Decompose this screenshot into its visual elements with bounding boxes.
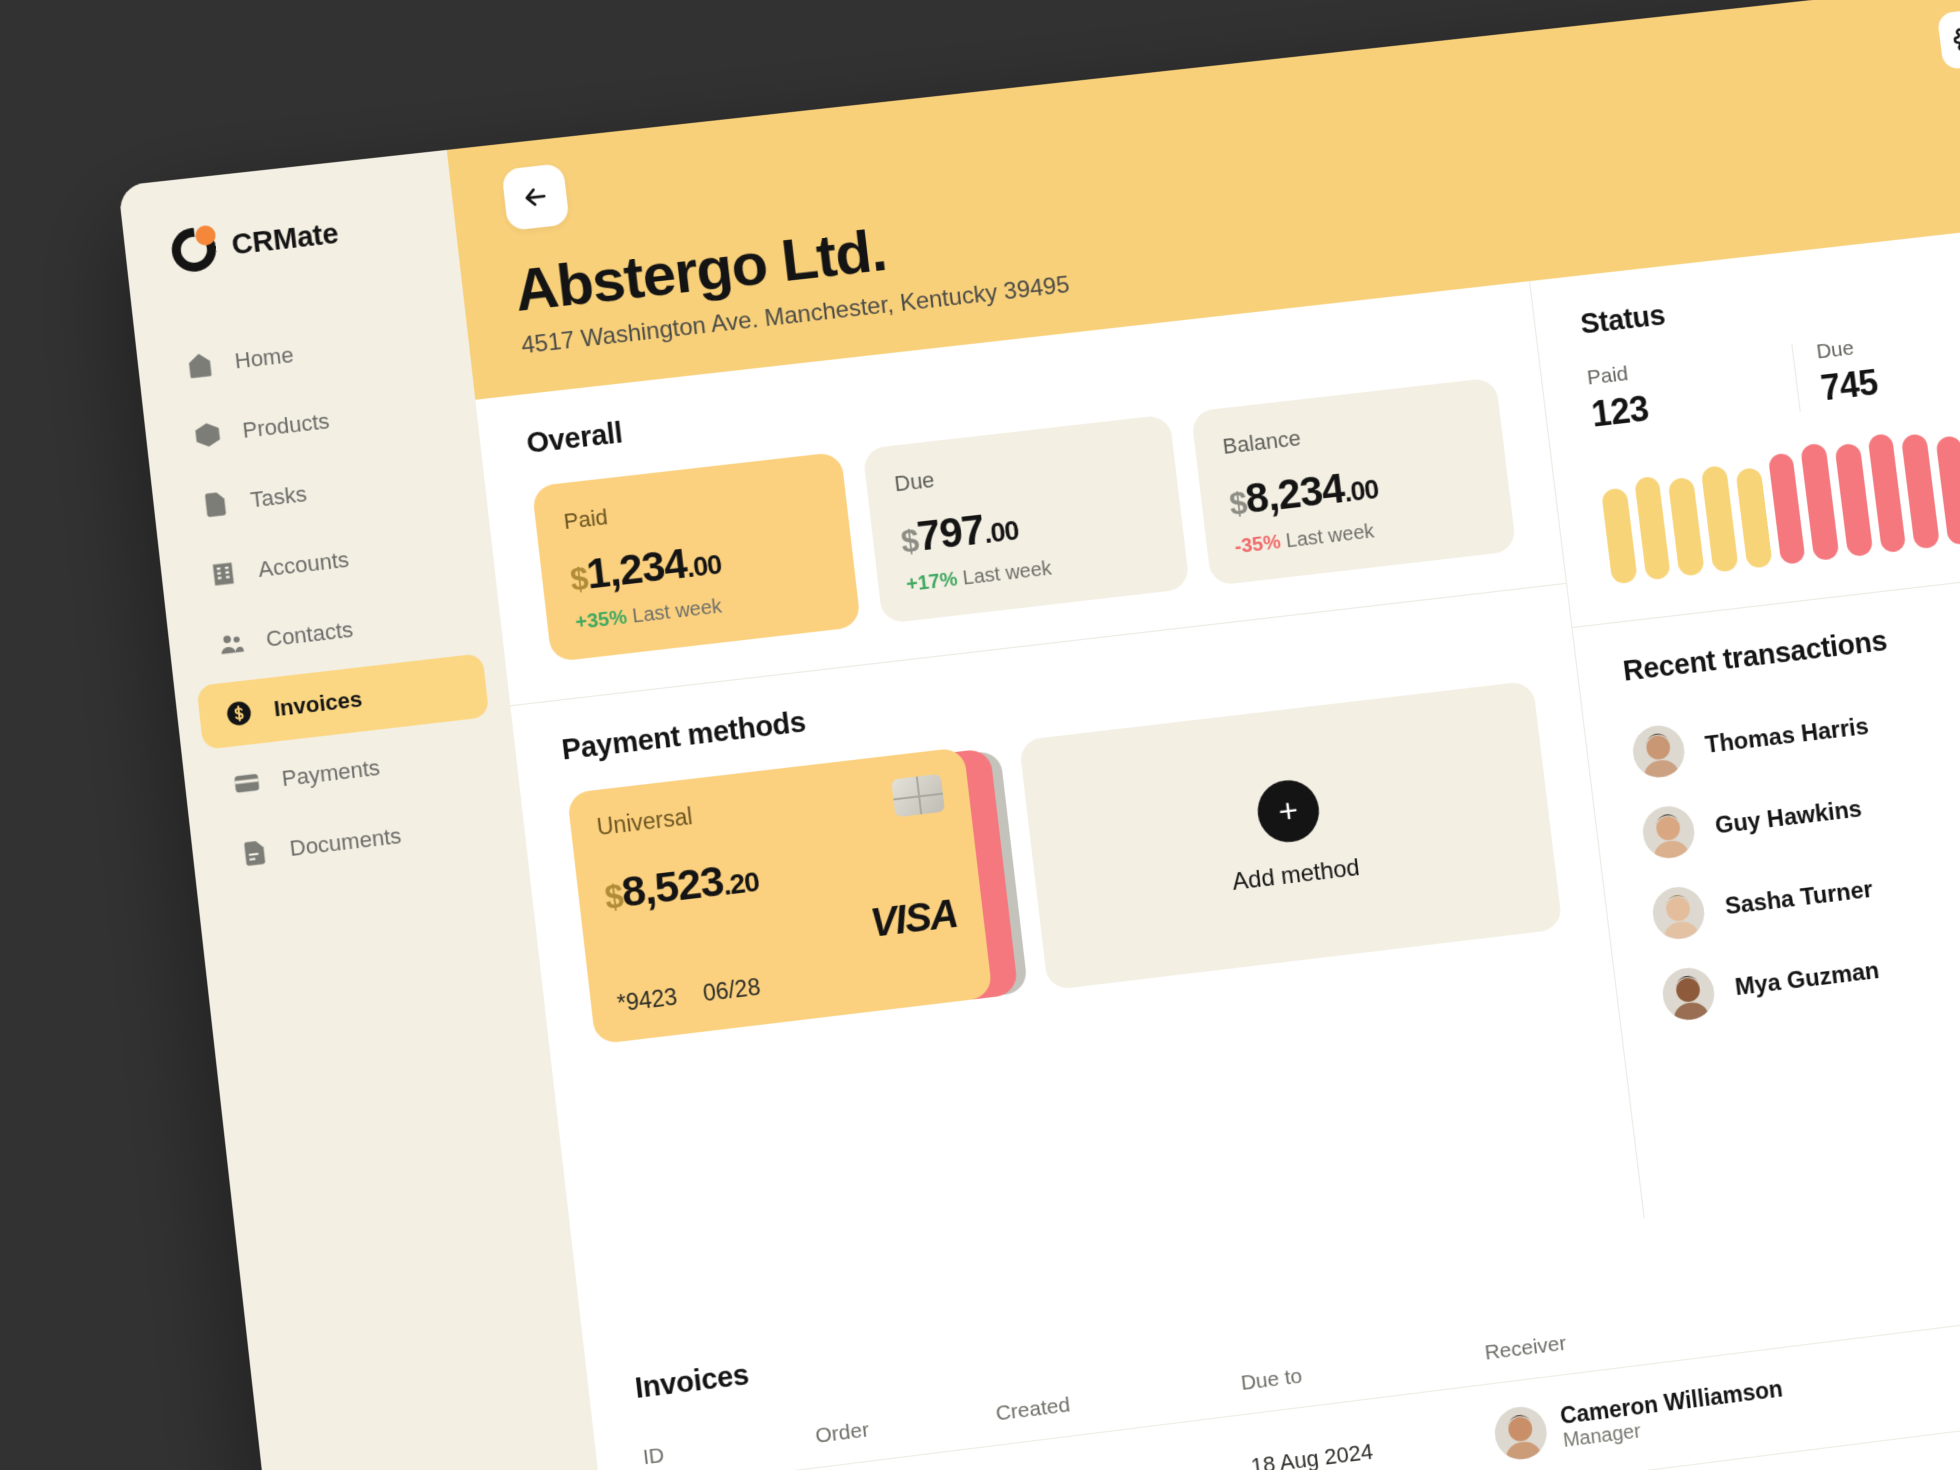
- header-actions: + Add: [1936, 0, 1960, 72]
- home-icon: [183, 349, 216, 382]
- people-icon: [214, 627, 247, 660]
- add-method-label: Add method: [1230, 854, 1362, 896]
- status-bar: [1735, 467, 1773, 569]
- transaction-name: Guy Hawkins: [1713, 795, 1864, 840]
- sidebar-nav: Home Products Tasks Accounts Contacts Invoice…: [135, 304, 527, 892]
- main-area: + Add Abstergo Ltd. 4517 Washington Ave.…: [446, 0, 1960, 1470]
- sidebar-item-label: Accounts: [256, 546, 351, 582]
- brand-name: CRMate: [230, 217, 341, 261]
- dollar-circle-icon: [222, 697, 255, 730]
- card-number: *9423: [615, 983, 679, 1017]
- back-button[interactable]: [501, 163, 570, 231]
- transaction-name: Sasha Turner: [1723, 876, 1875, 921]
- left-column: Overall Paid $1,234.00 +35% Last week Due $7…: [475, 281, 1645, 1349]
- sidebar-item-label: Contacts: [264, 616, 355, 652]
- status-item-paid: Paid 123: [1586, 344, 1800, 436]
- transactions-list: Thomas HarrisJanuary 18, 20241:25 AMGuy …: [1628, 636, 1960, 1037]
- stat-label: Paid: [562, 504, 609, 535]
- stat-label: Balance: [1221, 425, 1303, 459]
- sidebar-item-label: Tasks: [249, 481, 309, 513]
- status-bar: [1800, 442, 1840, 562]
- stat-label: Due: [893, 467, 936, 497]
- sidebar-item-label: Documents: [288, 823, 403, 862]
- gear-icon: [1952, 23, 1960, 55]
- status-bar: [1668, 476, 1705, 577]
- crmate-logo-icon: [170, 224, 219, 274]
- status-bar: [1901, 433, 1941, 550]
- plus-icon: +: [1254, 776, 1323, 846]
- status-bar: [1633, 475, 1672, 581]
- screenshot-stage: CRMate Home Products Tasks Accounts Contacts…: [0, 0, 1960, 1470]
- card-name: Universal: [595, 803, 694, 841]
- settings-button[interactable]: [1936, 7, 1960, 71]
- status-bar: [1700, 465, 1739, 573]
- avatar: [1630, 722, 1688, 781]
- sidebar-item-label: Products: [241, 408, 331, 443]
- avatar: [1660, 965, 1718, 1023]
- transactions-panel: Recent transactions Thomas HarrisJanuary…: [1572, 541, 1960, 1081]
- building-icon: [207, 557, 240, 590]
- visa-card[interactable]: Universal $8,523.20 VISA *9423 06/28: [566, 747, 993, 1045]
- avatar: [1640, 803, 1698, 861]
- card-expiry: 06/28: [701, 973, 762, 1007]
- status-bar: [1867, 433, 1907, 554]
- transaction-name: Mya Guzman: [1733, 957, 1881, 1002]
- arrow-left-icon: [519, 181, 552, 214]
- stat-card-paid: Paid $1,234.00 +35% Last week: [531, 451, 862, 663]
- document-icon: [238, 836, 271, 869]
- card-amount-decimals: .20: [721, 865, 761, 901]
- avatar: [1650, 884, 1708, 942]
- chip-icon: [891, 773, 945, 818]
- column-header-id: ID: [641, 1443, 666, 1470]
- brand-logo: CRMate: [123, 193, 457, 279]
- card-icon: [230, 767, 263, 800]
- sidebar-item-label: Invoices: [272, 686, 364, 722]
- sidebar-item-label: Payments: [280, 754, 382, 792]
- status-bar: [1600, 487, 1638, 585]
- status-bar: [1935, 435, 1960, 546]
- card-amount-value: 8,523: [619, 857, 726, 917]
- transaction-name: Thomas Harris: [1703, 713, 1871, 759]
- add-method-button[interactable]: + Add method: [1018, 680, 1563, 991]
- status-bar: [1767, 452, 1806, 565]
- avatar: [1491, 1404, 1550, 1463]
- credit-card[interactable]: Universal $8,523.20 VISA *9423 06/28: [566, 744, 1029, 1045]
- status-bar: [1834, 442, 1874, 558]
- sidebar-item-label: Home: [233, 342, 295, 374]
- crm-app-window: CRMate Home Products Tasks Accounts Contacts…: [118, 0, 1960, 1470]
- status-item-due: Due 745: [1790, 317, 1960, 413]
- stat-card-due: Due $797.00 +17% Last week: [862, 414, 1191, 624]
- box-icon: [191, 418, 224, 451]
- stat-card-balance: Balance $8,234.00 -35% Last week: [1190, 377, 1517, 587]
- task-icon: [199, 488, 232, 521]
